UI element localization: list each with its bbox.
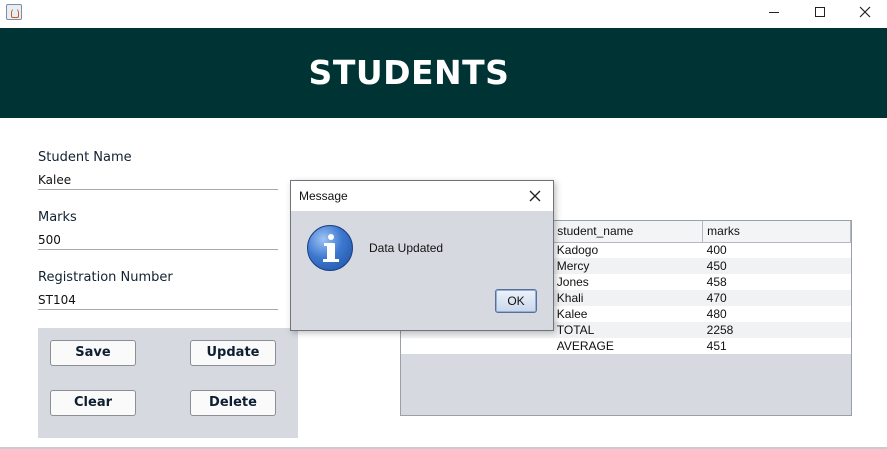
table-cell: Kalee: [552, 306, 703, 322]
java-cup-icon: [6, 4, 22, 20]
column-header-marks[interactable]: marks: [702, 221, 851, 243]
clear-button[interactable]: Clear: [50, 390, 136, 416]
minimize-button[interactable]: [751, 2, 797, 24]
maximize-button[interactable]: [797, 2, 843, 24]
table-cell: AVERAGE: [552, 338, 703, 354]
table-cell: Kadogo: [552, 242, 703, 258]
dialog-message: Data Updated: [369, 241, 444, 255]
ok-button[interactable]: OK: [495, 289, 537, 313]
table-cell: TOTAL: [552, 322, 703, 338]
delete-button[interactable]: Delete: [190, 390, 276, 416]
column-header-student-name[interactable]: student_name: [552, 221, 704, 243]
table-cell: 470: [702, 290, 851, 306]
dialog-title: Message: [299, 189, 348, 203]
close-icon: [529, 190, 541, 202]
marks-field[interactable]: [38, 230, 278, 250]
window-titlebar: [0, 0, 887, 28]
student-name-field[interactable]: [38, 170, 278, 190]
registration-number-label: Registration Number: [38, 270, 173, 285]
dialog-close-button[interactable]: [525, 186, 545, 206]
page-title: STUDENTS: [308, 53, 510, 92]
update-button[interactable]: Update: [190, 340, 276, 366]
table-cell: Mercy: [552, 258, 703, 274]
table-cell: 458: [702, 274, 851, 290]
info-icon: [307, 225, 353, 271]
message-dialog: Message Data Updated OK: [290, 180, 554, 331]
button-panel: Save Update Clear Delete: [38, 328, 298, 438]
dialog-titlebar[interactable]: Message: [291, 181, 553, 211]
table-cell: 451: [702, 338, 851, 354]
student-name-label: Student Name: [38, 150, 132, 165]
table-cell: Khali: [552, 290, 703, 306]
minimize-icon: [769, 11, 779, 13]
marks-label: Marks: [38, 210, 77, 225]
close-icon: [859, 6, 871, 18]
table-cell: 400: [702, 242, 851, 258]
table-row[interactable]: AVERAGE 451: [401, 338, 851, 354]
table-cell: 480: [702, 306, 851, 322]
save-button[interactable]: Save: [50, 340, 136, 366]
table-cell: 450: [702, 258, 851, 274]
registration-number-field[interactable]: [38, 290, 278, 310]
close-window-button[interactable]: [842, 2, 887, 24]
table-cell: [401, 338, 553, 354]
maximize-icon: [815, 7, 825, 17]
header-banner: STUDENTS: [0, 28, 887, 118]
table-cell: 2258: [702, 322, 851, 338]
table-cell: Jones: [552, 274, 703, 290]
